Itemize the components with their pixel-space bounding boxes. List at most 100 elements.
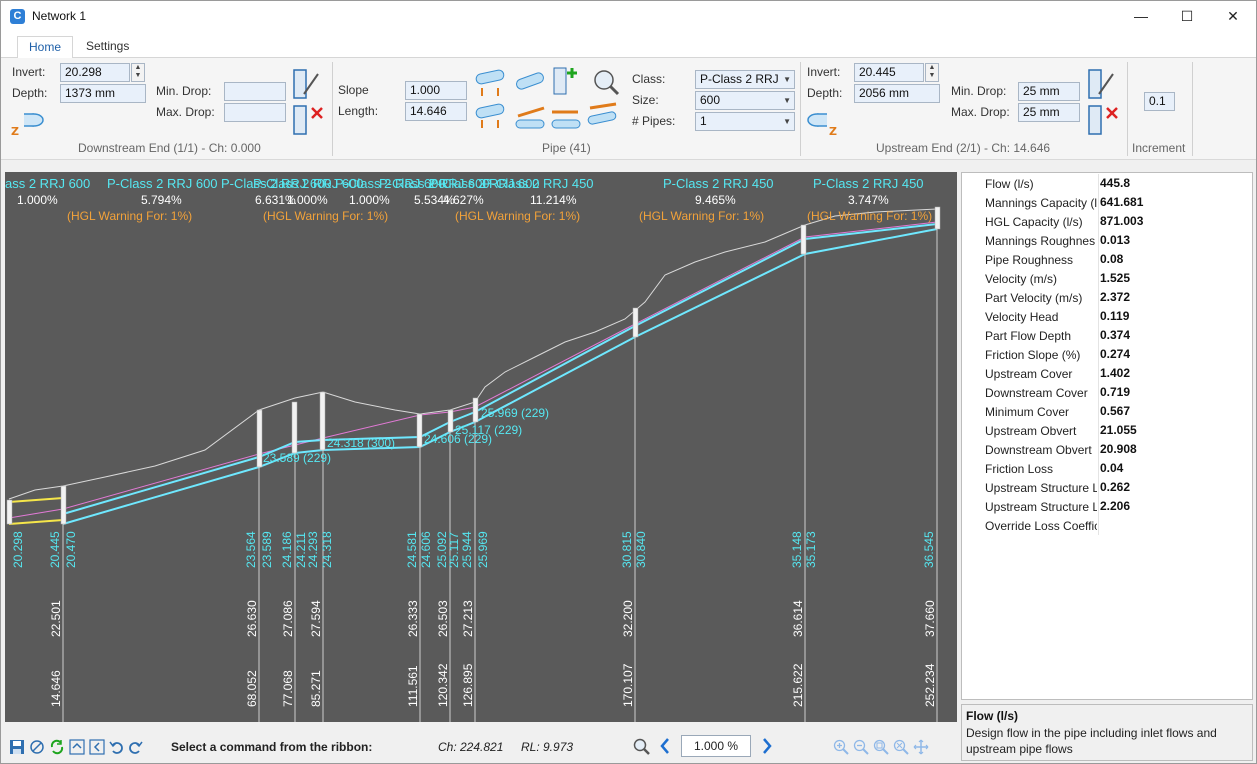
undo-icon[interactable] bbox=[108, 739, 124, 755]
ds-invert-spinner[interactable]: ▲ ▼ bbox=[131, 63, 145, 82]
us-max-drop-input[interactable]: 25 mm bbox=[1018, 103, 1080, 122]
zoom-in-icon[interactable] bbox=[833, 739, 849, 755]
property-value[interactable]: 871.003 bbox=[1100, 214, 1143, 228]
property-row[interactable]: Pipe Roughness 0.08 bbox=[962, 250, 1252, 269]
property-value[interactable]: 0.08 bbox=[1100, 252, 1123, 266]
ds-invert-input[interactable]: 20.298 bbox=[60, 63, 130, 82]
property-value[interactable]: 0.567 bbox=[1100, 404, 1130, 418]
ribbon: Invert: 20.298 ▲ ▼ Depth: 1373 mm Z Min. … bbox=[1, 58, 1256, 160]
ds-depth-input[interactable]: 1373 mm bbox=[60, 84, 146, 103]
slope-input[interactable]: 1.000 bbox=[405, 81, 467, 100]
property-value[interactable]: 0.374 bbox=[1100, 328, 1130, 342]
size-select-value: 600 bbox=[700, 93, 721, 107]
size-select[interactable]: 600 ▼ bbox=[695, 91, 795, 110]
property-row[interactable]: Friction Loss 0.04 bbox=[962, 459, 1252, 478]
property-value[interactable]: 2.372 bbox=[1100, 290, 1130, 304]
app-logo-icon: C bbox=[10, 9, 25, 24]
class-select[interactable]: P-Class 2 RRJ ▼ bbox=[695, 70, 795, 89]
property-row[interactable]: Upstream Structure L 2.206 bbox=[962, 497, 1252, 516]
zoom-search-icon[interactable] bbox=[633, 738, 650, 755]
edit-structure-icon[interactable] bbox=[290, 66, 328, 141]
pan-icon[interactable] bbox=[913, 739, 929, 755]
increment-input[interactable]: 0.1 bbox=[1144, 92, 1175, 111]
property-value[interactable]: 0.719 bbox=[1100, 385, 1130, 399]
edit-structure-icon[interactable] bbox=[1085, 66, 1123, 141]
profile-canvas[interactable]: ass 2 RRJ 600 P-Class 2 RRJ 600 P-Class … bbox=[5, 172, 957, 722]
property-row[interactable]: Mannings Capacity (l 641.681 bbox=[962, 193, 1252, 212]
zoom-extents-icon[interactable] bbox=[893, 739, 909, 755]
cancel-icon[interactable] bbox=[29, 739, 45, 755]
minimize-button[interactable]: — bbox=[1118, 1, 1164, 33]
view-first-icon[interactable] bbox=[89, 739, 105, 755]
chainage-label: 126.895 bbox=[461, 663, 475, 707]
property-row[interactable]: Downstream Obvert 20.908 bbox=[962, 440, 1252, 459]
us-invert-input[interactable]: 20.445 bbox=[854, 63, 924, 82]
property-row[interactable]: Part Flow Depth 0.374 bbox=[962, 326, 1252, 345]
property-row[interactable]: Upstream Structure L 0.262 bbox=[962, 478, 1252, 497]
property-row[interactable]: Upstream Cover 1.402 bbox=[962, 364, 1252, 383]
ds-max-drop-input[interactable] bbox=[224, 103, 286, 122]
hgl-warning-label: (HGL Warning For: 1%) bbox=[67, 209, 192, 223]
us-min-drop-input[interactable]: 25 mm bbox=[1018, 82, 1080, 101]
invert-level-label: 35.173 bbox=[804, 531, 818, 568]
property-value[interactable]: 1.525 bbox=[1100, 271, 1130, 285]
chevron-right-icon[interactable] bbox=[760, 737, 776, 754]
tab-settings[interactable]: Settings bbox=[75, 36, 140, 59]
property-value[interactable]: 0.274 bbox=[1100, 347, 1130, 361]
invert-level-label: 24.318 bbox=[320, 531, 334, 568]
property-value[interactable]: 641.681 bbox=[1100, 195, 1143, 209]
zoom-out-icon[interactable] bbox=[853, 739, 869, 755]
surface-level-label: 27.594 bbox=[309, 600, 323, 637]
us-depth-input[interactable]: 2056 mm bbox=[854, 84, 940, 103]
invert-level-label: 24.581 bbox=[405, 531, 419, 568]
chevron-left-icon[interactable] bbox=[658, 737, 674, 754]
property-value[interactable]: 0.04 bbox=[1100, 461, 1123, 475]
refresh-icon[interactable] bbox=[49, 739, 65, 755]
status-chainage: Ch: 224.821 bbox=[438, 740, 504, 754]
property-value[interactable]: 0.013 bbox=[1100, 233, 1130, 247]
us-max-drop-label: Max. Drop: bbox=[951, 105, 1010, 119]
length-input[interactable]: 14.646 bbox=[405, 102, 467, 121]
zoom-window-icon[interactable] bbox=[873, 739, 889, 755]
close-button[interactable]: ✕ bbox=[1210, 1, 1256, 33]
ds-min-drop-input[interactable] bbox=[224, 82, 286, 101]
pipes-select[interactable]: 1 ▼ bbox=[695, 112, 795, 131]
ds-min-drop-label: Min. Drop: bbox=[156, 84, 212, 98]
surface-line bbox=[8, 208, 938, 500]
property-value[interactable]: 0.262 bbox=[1100, 480, 1130, 494]
property-row[interactable]: Downstream Cover 0.719 bbox=[962, 383, 1252, 402]
long-section-view[interactable]: ass 2 RRJ 600 P-Class 2 RRJ 600 P-Class … bbox=[5, 172, 957, 722]
pipe-z-icon[interactable]: Z bbox=[10, 108, 46, 141]
tab-home[interactable]: Home bbox=[17, 36, 74, 59]
property-name: Friction Loss bbox=[985, 462, 1054, 476]
us-invert-spinner[interactable]: ▲ ▼ bbox=[925, 63, 939, 82]
property-value[interactable]: 0.119 bbox=[1100, 309, 1129, 323]
save-icon[interactable] bbox=[9, 739, 25, 755]
property-row[interactable]: Override Loss Coeffic bbox=[962, 516, 1252, 535]
property-row[interactable]: Velocity Head 0.119 bbox=[962, 307, 1252, 326]
property-row[interactable]: Flow (l/s) 445.8 bbox=[962, 174, 1252, 193]
property-row[interactable]: Mannings Roughnes 0.013 bbox=[962, 231, 1252, 250]
property-value[interactable]: 445.8 bbox=[1100, 176, 1130, 190]
property-row[interactable]: HGL Capacity (l/s) 871.003 bbox=[962, 212, 1252, 231]
property-row[interactable]: Velocity (m/s) 1.525 bbox=[962, 269, 1252, 288]
property-row[interactable]: Part Velocity (m/s) 2.372 bbox=[962, 288, 1252, 307]
property-value[interactable]: 21.055 bbox=[1100, 423, 1137, 437]
ds-max-drop-label: Max. Drop: bbox=[156, 105, 215, 119]
view-top-icon[interactable] bbox=[69, 739, 85, 755]
property-row[interactable]: Minimum Cover 0.567 bbox=[962, 402, 1252, 421]
maximize-button[interactable]: ☐ bbox=[1164, 1, 1210, 33]
surface-level-label: 26.503 bbox=[436, 600, 450, 637]
property-value[interactable]: 1.402 bbox=[1100, 366, 1130, 380]
property-name: Upstream Obvert bbox=[985, 424, 1077, 438]
property-value[interactable]: 20.908 bbox=[1100, 442, 1137, 456]
property-row[interactable]: Friction Slope (%) 0.274 bbox=[962, 345, 1252, 364]
pipe-z-icon[interactable]: Z bbox=[805, 108, 841, 141]
property-row[interactable]: Upstream Obvert 21.055 bbox=[962, 421, 1252, 440]
zoom-level-input[interactable]: 1.000 % bbox=[681, 735, 751, 757]
svg-text:Z: Z bbox=[11, 125, 19, 138]
property-value[interactable]: 2.206 bbox=[1100, 499, 1130, 513]
pipe-tools-icon[interactable] bbox=[472, 66, 622, 141]
redo-icon[interactable] bbox=[128, 739, 144, 755]
property-name: Upstream Structure L bbox=[985, 481, 1097, 495]
